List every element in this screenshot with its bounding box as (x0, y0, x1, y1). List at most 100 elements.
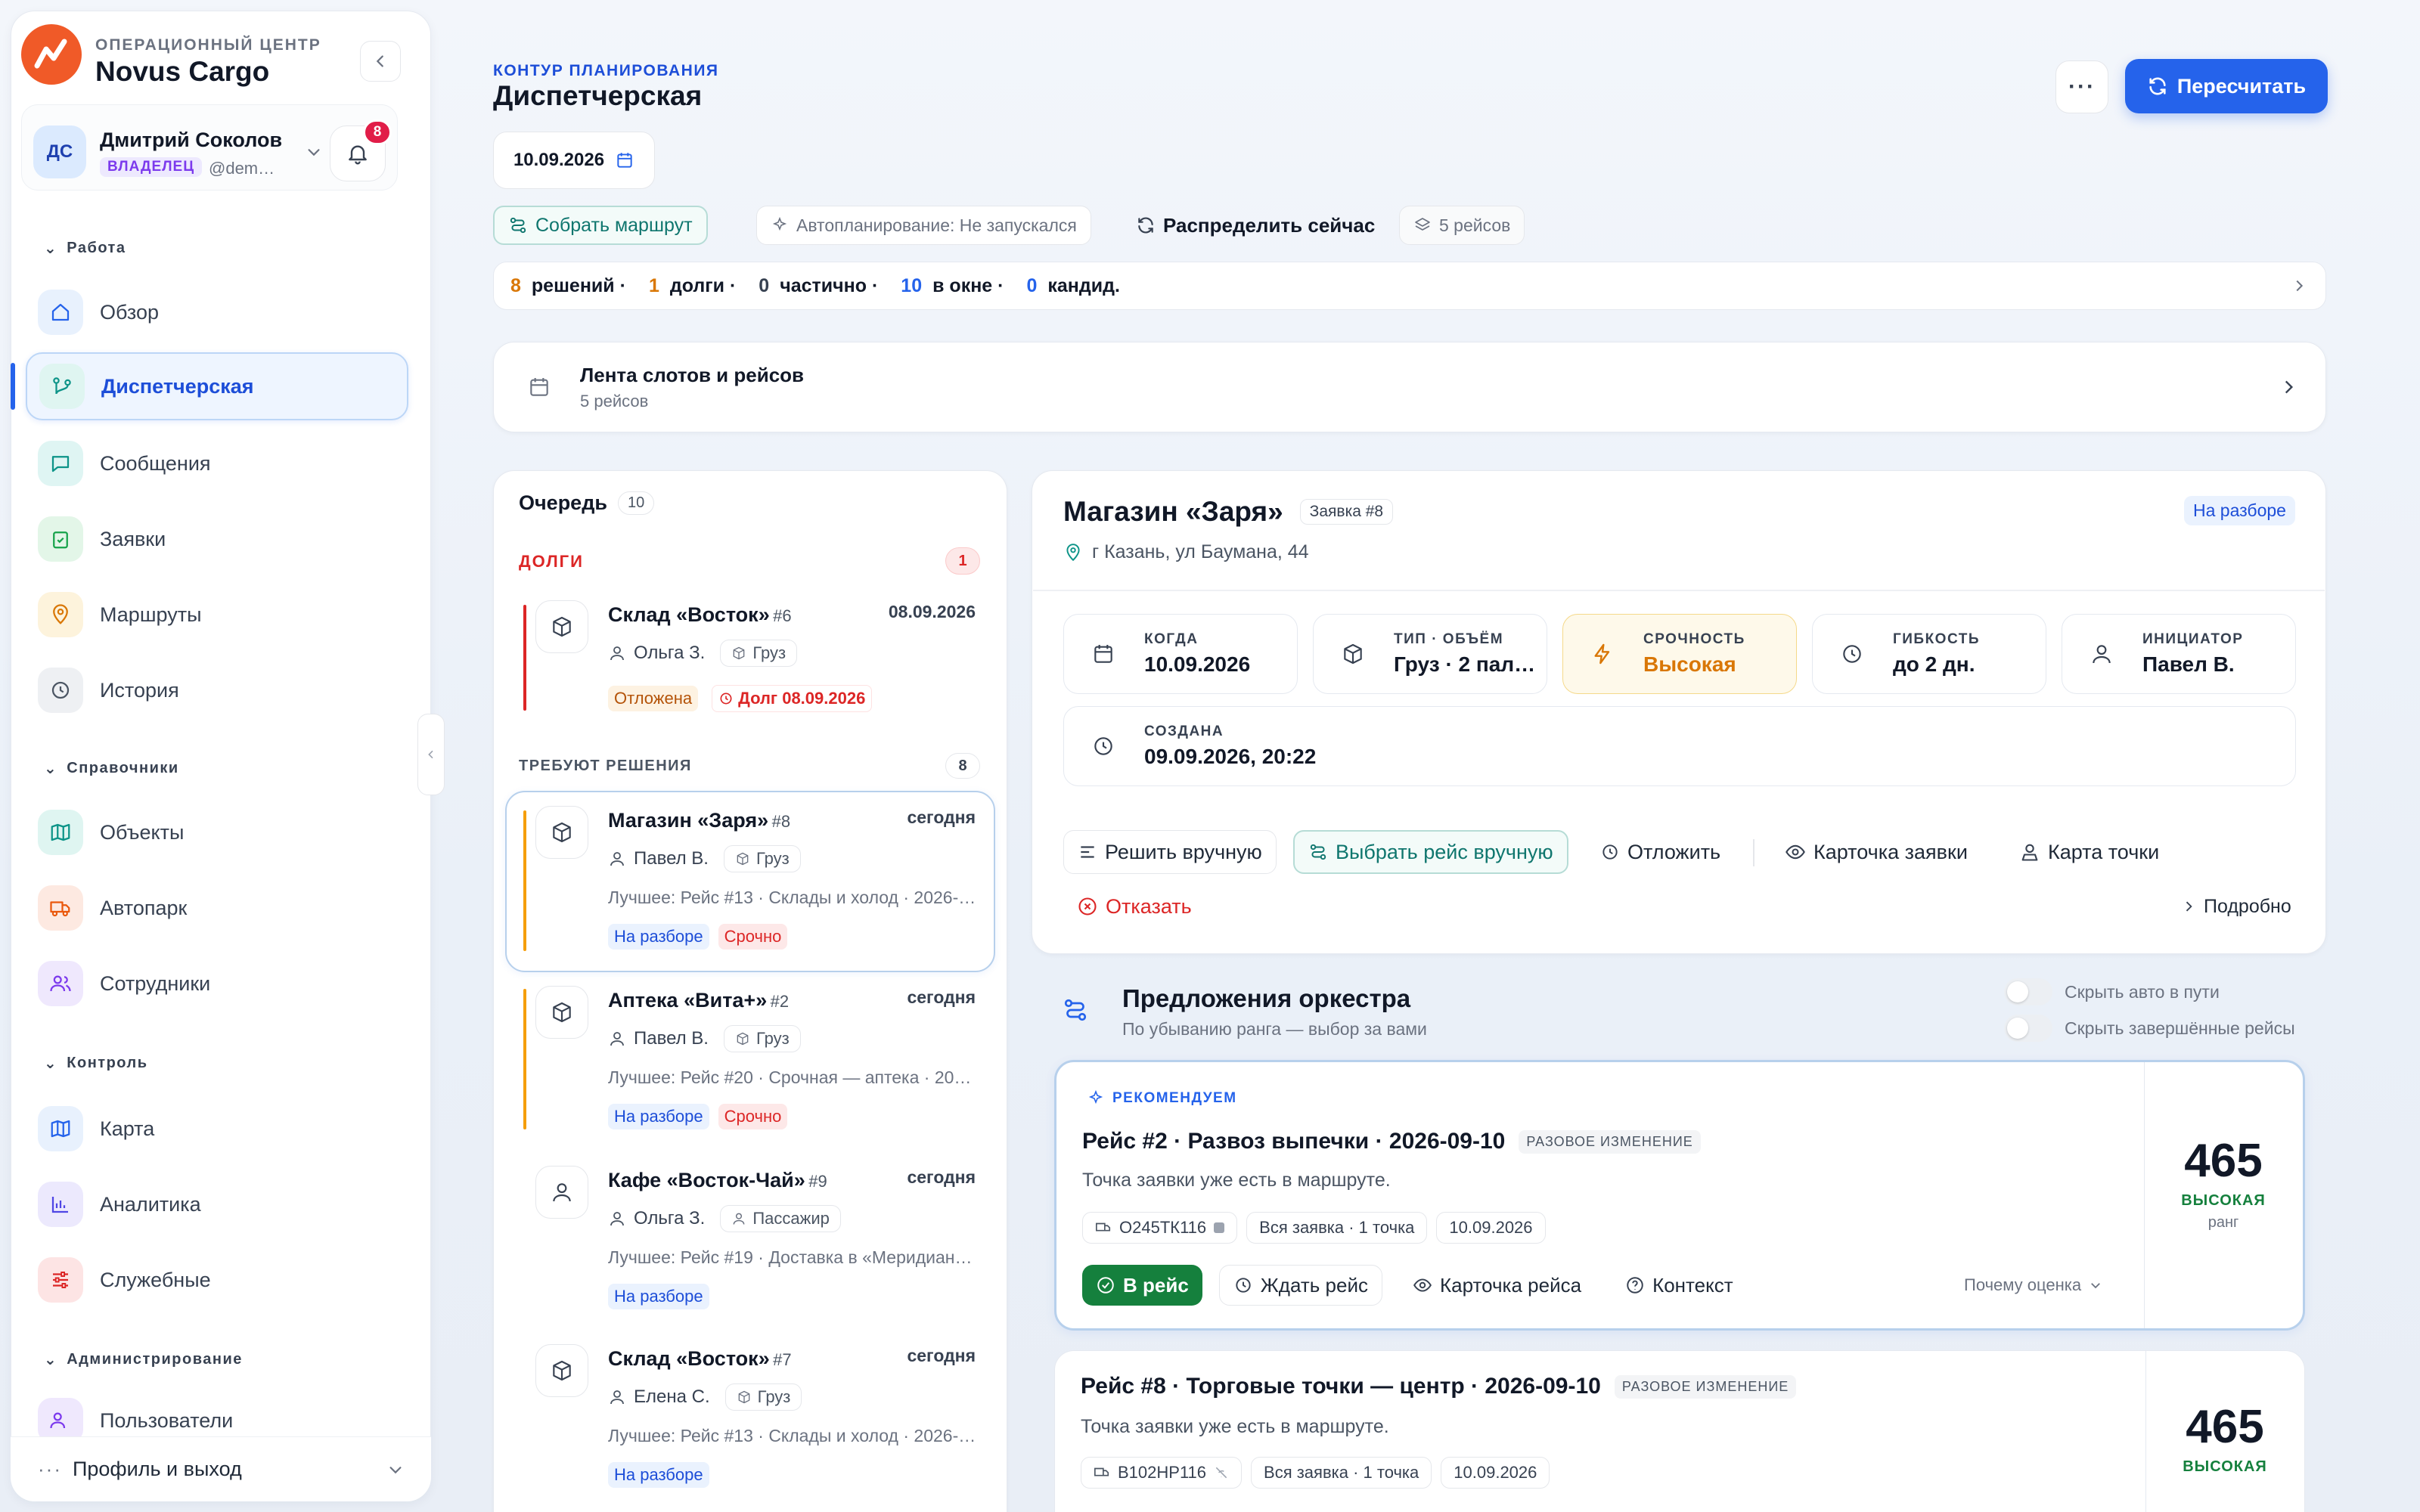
stats-bar[interactable]: 8 решений · 1 долги · 0 частично · 10 в … (493, 262, 2326, 310)
collect-route-button[interactable]: Собрать маршрут (493, 206, 708, 245)
users-icon (50, 975, 71, 992)
queue-item-warehouse-7[interactable]: Склад «Восток» #7 сегодня Елена С. Груз … (508, 1332, 992, 1507)
sidebar-item-analytics[interactable]: Аналитика (26, 1170, 408, 1238)
chevron-right-icon (2285, 380, 2294, 394)
toggle-hide-completed[interactable]: Скрыть завершённые рейсы (2004, 1015, 2295, 1042)
recalculate-button[interactable]: Пересчитать (2125, 59, 2328, 113)
sidebar-item-dispatch[interactable]: Диспетчерская (26, 352, 408, 420)
queue-item-best: Лучшее: Рейс #19 · Доставка в «Меридиан… (608, 1247, 973, 1267)
queue-header: Очередь 10 (519, 491, 655, 515)
queue-item-title: Магазин «Заря» (608, 809, 769, 832)
request-card-button[interactable]: Карточка заявки (1771, 830, 1981, 874)
sidebar-resize-handle[interactable] (417, 714, 445, 795)
proposal-score: 465 (2186, 1401, 2264, 1453)
details-toggle[interactable]: Подробно (2167, 885, 2305, 928)
more-options-button[interactable]: ··· (2055, 60, 2108, 113)
stat-candidates-count: 0 (1026, 274, 1038, 296)
passenger-icon (733, 1213, 745, 1225)
chevron-down-icon[interactable] (306, 144, 322, 160)
sidebar-item-overview[interactable]: Обзор (26, 278, 408, 346)
queue-item-date: сегодня (907, 987, 976, 1007)
profile-menu[interactable]: ··· Профиль и выход (11, 1436, 431, 1501)
package-icon (1344, 643, 1362, 665)
bell-icon (349, 145, 367, 165)
stat-candidates-label: кандид. (1047, 274, 1120, 296)
urgent-badge: Срочно (718, 1104, 788, 1129)
map-user-icon (2021, 844, 2038, 861)
calendar-icon (530, 378, 548, 396)
sidebar-item-messages[interactable]: Сообщения (26, 429, 408, 497)
queue-item-person: Ольга З. (634, 643, 706, 663)
home-icon (51, 303, 70, 321)
sidebar-item-employees[interactable]: Сотрудники (26, 950, 408, 1018)
package-icon (535, 806, 588, 859)
date-picker[interactable]: 10.09.2026 (493, 132, 655, 189)
status-badge: На разборе (608, 1284, 709, 1309)
pick-trip-manually-button[interactable]: Выбрать рейс вручную (1293, 830, 1568, 874)
queue-item-date: 08.09.2026 (888, 602, 976, 621)
sparkles-icon (1088, 1089, 1103, 1105)
proposal-badge: РАЗОВОЕ ИЗМЕНЕНИЕ (1519, 1129, 1701, 1154)
context-button[interactable]: Контекст (1612, 1265, 1747, 1306)
proposal-card-trip-2[interactable]: РЕКОМЕНДУЕМ Рейс #2 · Развоз выпечки · 2… (1054, 1060, 2305, 1331)
queue-item-cafe-9[interactable]: Кафе «Восток-Чай» #9 сегодня Ольга З. Па… (508, 1154, 992, 1329)
nav-section-reference[interactable]: ⌄ Справочники (44, 759, 179, 778)
proposal-card-trip-8[interactable]: Рейс #8 · Торговые точки — центр · 2026-… (1054, 1350, 2305, 1512)
proposal-note: Точка заявки уже есть в маршруте. (1082, 1170, 1391, 1191)
scope-pill: Вся заявка · 1 точка (1251, 1457, 1432, 1489)
sidebar-item-map[interactable]: Карта (26, 1095, 408, 1163)
clipboard-icon (53, 531, 68, 549)
chevron-down-icon (389, 1466, 402, 1473)
trips-count-chip: 5 рейсов (1399, 206, 1525, 245)
postpone-button[interactable]: Отложить (1587, 830, 1734, 874)
why-score-toggle[interactable]: Почему оценка (1964, 1275, 2102, 1295)
detail-tile-initiator: ИНИЦИАТОР Павел В. (2062, 614, 2296, 694)
toggle-switch[interactable] (2004, 1015, 2052, 1042)
chevron-left-icon (376, 55, 383, 67)
sidebar-item-service[interactable]: Служебные (26, 1246, 408, 1314)
person-icon (610, 1032, 624, 1046)
queue-item-number: #2 (770, 992, 790, 1011)
stat-window-label: в окне · (932, 274, 1004, 296)
package-icon (535, 1344, 588, 1397)
toggle-hide-in-transit[interactable]: Скрыть авто в пути (2004, 978, 2220, 1005)
queue-title: Очередь (519, 491, 607, 514)
collapse-sidebar-button[interactable] (360, 41, 401, 82)
solve-manually-button[interactable]: Решить вручную (1063, 830, 1277, 874)
queue-item-store-8[interactable]: Магазин «Заря» #8 сегодня Павел В. Груз … (508, 794, 992, 969)
sidebar-item-routes[interactable]: Маршруты (26, 581, 408, 649)
vehicle-plate: О245ТК116 (1082, 1212, 1238, 1244)
sidebar-item-history[interactable]: История (26, 656, 408, 724)
slots-feed-card[interactable]: Лента слотов и рейсов 5 рейсов (493, 342, 2326, 432)
point-map-button[interactable]: Карта точки (2006, 830, 2173, 874)
distribute-now-button[interactable]: Распределить сейчас (1122, 206, 1388, 245)
proposals-subtitle: По убыванию ранга — выбор за вами (1122, 1019, 1427, 1039)
nav-section-control[interactable]: ⌄ Контроль (44, 1054, 148, 1073)
queue-debts-label: ДОЛГИ (519, 552, 584, 571)
nav-section-work[interactable]: ⌄ Работа (44, 239, 126, 258)
eye-icon (1413, 1278, 1432, 1292)
add-to-trip-button[interactable]: В рейс (1082, 1265, 1202, 1306)
queue-debts-count: 1 (945, 547, 980, 575)
reject-button[interactable]: Отказать (1063, 885, 1205, 928)
refresh-icon (2149, 77, 2166, 95)
proposal-title: Рейс #2 · Развоз выпечки · 2026-09-10 (1082, 1129, 1506, 1154)
queue-item-pharmacy-2[interactable]: Аптека «Вита+» #2 сегодня Павел В. Груз … (508, 974, 992, 1149)
queue-item-warehouse-6[interactable]: Склад «Восток» #6 08.09.2026 Ольга З. Гр… (508, 590, 992, 726)
sidebar-item-requests[interactable]: Заявки (26, 505, 408, 573)
queue-item-best: Лучшее: Рейс #13 · Склады и холод · 2026… (608, 888, 976, 907)
trip-card-button[interactable]: Карточка рейса (1399, 1265, 1595, 1306)
queue-count: 10 (617, 491, 655, 515)
nav-section-admin[interactable]: ⌄ Администрирование (44, 1350, 243, 1369)
autoplan-status[interactable]: Автопланирование: Не запускался (756, 206, 1091, 245)
toggle-switch[interactable] (2004, 978, 2052, 1005)
wait-trip-button[interactable]: Ждать рейс (1218, 1265, 1382, 1306)
sidebar-item-objects[interactable]: Объекты (26, 798, 408, 866)
queue-item-title: Кафе «Восток-Чай» (608, 1169, 805, 1191)
route-icon (1310, 844, 1326, 860)
proposal-note: Точка заявки уже есть в маршруте. (1081, 1416, 1389, 1437)
package-icon (535, 600, 588, 653)
sidebar-item-fleet[interactable]: Автопарк (26, 874, 408, 942)
chevron-down-icon: ⌄ (44, 1352, 58, 1368)
queue-item-kind: Груз (724, 1383, 802, 1411)
